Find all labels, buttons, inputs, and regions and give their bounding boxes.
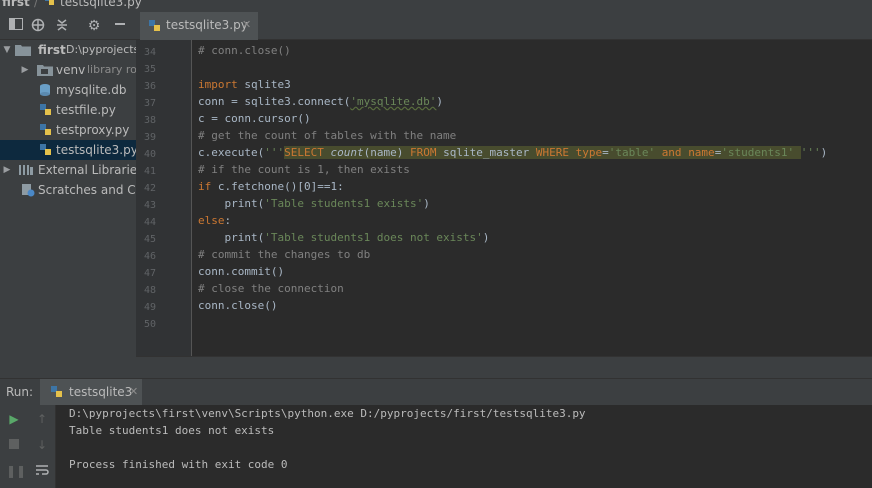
line-number: 45 [143,234,156,245]
code-line: # close the connection [198,282,344,295]
stop-icon[interactable] [6,437,22,453]
hide-icon[interactable] [112,18,128,34]
run-tab-label: testsqlite3 [69,385,133,399]
code-line: c = conn.cursor() [198,112,311,125]
soft-wrap-icon[interactable] [34,463,50,479]
python-file-icon [39,103,53,117]
tree-item-label: Scratches and Consoles [38,183,136,197]
python-file-icon [39,143,53,157]
code-line: print('Table students1 exists') [224,197,430,210]
breadcrumb-project[interactable]: first [2,0,30,9]
tree-item-label: testfile.py [56,103,116,117]
chevron-down-icon[interactable]: ▼ [2,40,12,60]
line-number: 39 [143,132,156,143]
library-icon [18,163,33,177]
rerun-icon[interactable]: ▶ [6,411,22,427]
code-editor[interactable]: # conn.close() import sqlite3 conn = sql… [192,40,872,356]
pause-icon[interactable]: ❚❚ [6,463,26,479]
code-line-sql: c.execute('''SELECT count(name) FROM sql… [198,146,828,159]
arrow-up-icon[interactable]: ↑ [34,411,50,427]
line-number: 37 [143,98,156,109]
line-number: 40 [143,149,156,160]
chevron-right-icon[interactable]: ▶ [2,160,12,180]
run-label: Run: [6,385,34,399]
code-line: conn.close() [198,299,278,312]
tree-item-testfile[interactable]: testfile.py [0,100,136,120]
console-line: Process finished with exit code 0 [69,458,288,471]
database-icon [39,83,53,97]
gear-icon[interactable]: ⚙ [86,18,102,34]
breadcrumb: first / testsqlite3.py [0,0,872,12]
code-line: conn = sqlite3.connect('mysqlite.db') [198,95,444,108]
python-file-icon [50,385,64,402]
line-number: 47 [143,268,156,279]
tree-item-tag: library root [87,63,136,76]
code-line: if c.fetchone()[0]==1: [198,180,344,193]
code-line: print('Table students1 does not exists') [224,231,490,244]
collapse-all-icon[interactable] [54,18,70,34]
folder-icon [15,43,31,57]
horizontal-scrollbar[interactable] [136,356,872,378]
chevron-right-icon[interactable]: ▶ [20,60,30,80]
line-number: 41 [143,166,156,177]
breadcrumb-file[interactable]: testsqlite3.py [60,0,142,9]
tree-item-testproxy[interactable]: testproxy.py [0,120,136,140]
line-number: 38 [143,115,156,126]
run-console[interactable]: D:\pyprojects\first\venv\Scripts\python.… [56,405,872,488]
tree-item-external-libraries[interactable]: ▶ External Libraries [0,160,136,180]
code-line: import sqlite3 [198,78,291,91]
line-number: 35 [143,64,156,75]
run-panel-header: Run: testsqlite3 ✕ [0,378,872,406]
project-toolbar: ⚙ [0,12,136,40]
code-line: conn.commit() [198,265,285,278]
code-line: # conn.close() [198,44,291,57]
tree-item-scratches[interactable]: Scratches and Consoles [0,180,136,200]
tree-item-label: testproxy.py [56,123,130,137]
line-number: 42 [143,183,156,194]
tree-item-label: venv [56,63,86,77]
tree-item-first[interactable]: ▼ first D:\pyprojects\first [0,40,136,60]
python-file-icon [39,123,53,137]
line-number: 44 [143,217,156,228]
code-line: # commit the changes to db [198,248,371,261]
line-number: 46 [143,251,156,262]
code-line: # if the count is 1, then exists [198,163,410,176]
line-number-gutter: 34 35 36 37 38 39 40 41 42 43 44 45 46 47 48 49 50 [136,40,192,356]
tree-item-venv[interactable]: ▶ venv library root [0,60,136,80]
folder-icon [37,63,53,77]
arrow-down-icon[interactable]: ↓ [34,437,50,453]
run-toolbar: ▶ ↑ ↓ ❚❚ [0,405,56,488]
breadcrumb-separator: / [34,0,39,9]
line-number: 50 [143,319,156,330]
tab-testsqlite3[interactable]: testsqlite3.py ✕ [140,12,258,43]
tree-item-label: testsqlite3.py [56,143,136,157]
line-number: 48 [143,285,156,296]
line-number: 34 [143,47,156,58]
code-line: # get the count of tables with the name [198,129,457,142]
console-line: D:\pyprojects\first\venv\Scripts\python.… [69,407,586,420]
code-line: else: [198,214,232,227]
project-view-icon[interactable] [8,18,24,34]
line-number: 43 [143,200,156,211]
run-tab-testsqlite3[interactable]: testsqlite3 ✕ [40,379,142,406]
tree-item-testsqlite3[interactable]: testsqlite3.py [0,140,136,160]
console-line: Table students1 does not exists [69,424,275,437]
scratches-icon [21,183,35,197]
line-number: 36 [143,81,156,92]
tree-item-label: first [38,43,66,57]
tree-item-mysqlite-db[interactable]: mysqlite.db [0,80,136,100]
tree-item-label: External Libraries [38,163,136,177]
tab-label: testsqlite3.py [166,18,248,32]
editor-tab-bar: testsqlite3.py ✕ [136,12,872,43]
close-icon[interactable]: ✕ [129,385,138,398]
tree-item-path: D:\pyprojects\first [66,43,136,56]
scroll-from-source-icon[interactable] [30,18,46,34]
tree-item-label: mysqlite.db [56,83,127,97]
close-icon[interactable]: ✕ [242,18,251,31]
line-number: 49 [143,302,156,313]
python-file-icon [148,19,162,36]
python-file-icon [44,0,56,10]
